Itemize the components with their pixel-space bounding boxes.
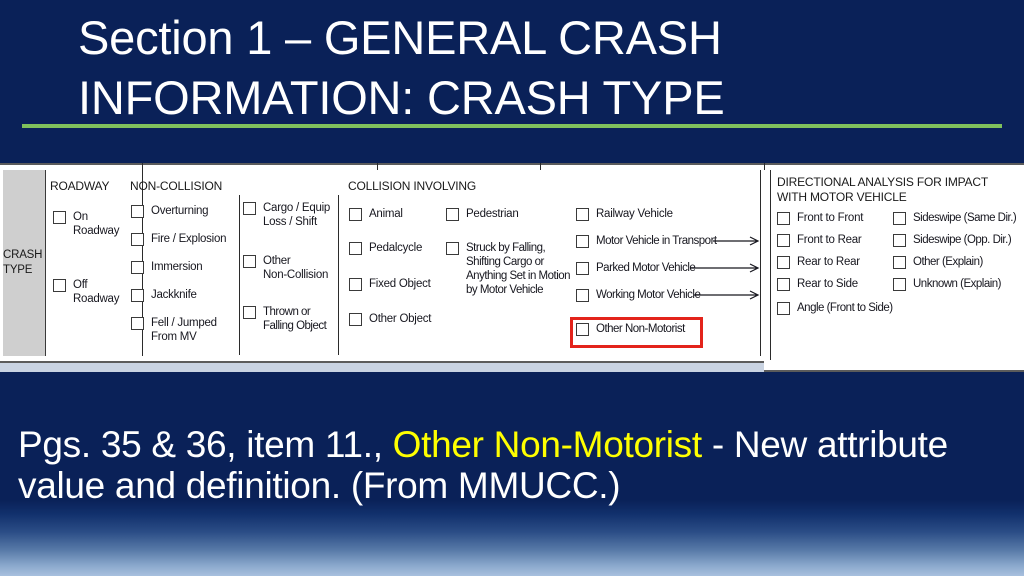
option-pedestrian[interactable]: Pedestrian	[446, 207, 519, 221]
checkbox-icon[interactable]	[349, 313, 362, 326]
checkbox-icon[interactable]	[243, 306, 256, 319]
option-sideswipe-opp-dir[interactable]: Sideswipe (Opp. Dir.)	[893, 233, 1012, 247]
option-thrown-or-falling-object[interactable]: Thrown or Falling Object	[243, 305, 327, 333]
option-off-roadway[interactable]: Off Roadway	[53, 278, 119, 306]
section-heading-roadway: ROADWAY	[50, 179, 110, 193]
option-pedalcycle[interactable]: Pedalcycle	[349, 241, 422, 255]
checkbox-icon[interactable]	[131, 261, 144, 274]
checkbox-icon[interactable]	[893, 256, 906, 269]
leader-arrow-icon	[694, 290, 760, 300]
checkbox-icon[interactable]	[777, 302, 790, 315]
crash-type-form: CRASH TYPE ROADWAY On Roadway Off Roadwa…	[0, 163, 1024, 372]
option-rear-to-side[interactable]: Rear to Side	[777, 277, 858, 291]
checkbox-icon[interactable]	[243, 202, 256, 215]
column-divider	[239, 195, 240, 355]
option-cargo-equip-loss-shift[interactable]: Cargo / Equip Loss / Shift	[243, 201, 330, 229]
background-gradient	[0, 500, 1024, 576]
option-railway-vehicle[interactable]: Railway Vehicle	[576, 207, 673, 221]
checkbox-icon[interactable]	[131, 289, 144, 302]
checkbox-icon[interactable]	[777, 256, 790, 269]
checkbox-icon[interactable]	[576, 289, 589, 302]
column-divider	[338, 195, 339, 355]
form-tick	[764, 163, 765, 170]
checkbox-icon[interactable]	[893, 278, 906, 291]
option-immersion[interactable]: Immersion	[131, 260, 203, 274]
checkbox-icon[interactable]	[777, 234, 790, 247]
leader-arrow-icon	[690, 263, 760, 273]
checkbox-icon[interactable]	[777, 278, 790, 291]
form-tick	[377, 163, 378, 170]
slide-caption: Pgs. 35 & 36, item 11., Other Non-Motori…	[18, 424, 1008, 506]
checkbox-icon[interactable]	[893, 234, 906, 247]
option-on-roadway[interactable]: On Roadway	[53, 210, 119, 238]
option-fixed-object[interactable]: Fixed Object	[349, 277, 431, 291]
column-divider	[770, 170, 771, 360]
option-front-to-front[interactable]: Front to Front	[777, 211, 863, 225]
checkbox-icon[interactable]	[446, 242, 459, 255]
option-struck-by-falling-shifting-cargo[interactable]: Struck by Falling, Shifting Cargo or Any…	[446, 241, 571, 297]
checkbox-icon[interactable]	[131, 205, 144, 218]
checkbox-icon[interactable]	[349, 208, 362, 221]
checkbox-icon[interactable]	[131, 233, 144, 246]
option-fire-explosion[interactable]: Fire / Explosion	[131, 232, 227, 246]
option-other-explain[interactable]: Other (Explain)	[893, 255, 983, 269]
option-parked-motor-vehicle[interactable]: Parked Motor Vehicle	[576, 261, 696, 275]
checkbox-icon[interactable]	[53, 279, 66, 292]
form-tick	[540, 163, 541, 170]
checkbox-icon[interactable]	[576, 208, 589, 221]
checkbox-icon[interactable]	[349, 278, 362, 291]
option-unknown-explain[interactable]: Unknown (Explain)	[893, 277, 1002, 291]
caption-part-1: Pgs. 35 & 36, item 11.,	[18, 424, 393, 465]
section-heading-non-collision: NON-COLLISION	[130, 179, 223, 193]
checkbox-icon[interactable]	[576, 262, 589, 275]
section-heading-directional-analysis: DIRECTIONAL ANALYSIS FOR IMPACT WITH MOT…	[777, 175, 988, 204]
option-sideswipe-same-dir[interactable]: Sideswipe (Same Dir.)	[893, 211, 1017, 225]
checkbox-icon[interactable]	[349, 242, 362, 255]
checkbox-icon[interactable]	[53, 211, 66, 224]
option-fell-jumped-from-mv[interactable]: Fell / Jumped From MV	[131, 316, 217, 344]
checkbox-icon[interactable]	[576, 235, 589, 248]
page-title: Section 1 – GENERAL CRASH INFORMATION: C…	[78, 11, 725, 124]
option-angle-front-to-side[interactable]: Angle (Front to Side)	[777, 301, 893, 315]
form-bottom-strip	[0, 363, 764, 372]
crash-type-row-label: CRASH TYPE	[3, 170, 46, 356]
slide: Section 1 – GENERAL CRASH INFORMATION: C…	[0, 0, 1024, 576]
caption-highlight: Other Non-Motorist	[392, 424, 703, 465]
option-working-motor-vehicle[interactable]: Working Motor Vehicle	[576, 288, 701, 302]
option-front-to-rear[interactable]: Front to Rear	[777, 233, 862, 247]
checkbox-icon[interactable]	[243, 255, 256, 268]
option-rear-to-rear[interactable]: Rear to Rear	[777, 255, 860, 269]
option-other-non-collision[interactable]: Other Non-Collision	[243, 254, 328, 282]
highlight-box-other-non-motorist	[570, 317, 703, 348]
title-underline-rule	[22, 124, 1002, 128]
form-tick	[142, 163, 143, 170]
leader-arrow-icon	[713, 236, 760, 246]
checkbox-icon[interactable]	[446, 208, 459, 221]
checkbox-icon[interactable]	[893, 212, 906, 225]
option-jackknife[interactable]: Jackknife	[131, 288, 197, 302]
checkbox-icon[interactable]	[777, 212, 790, 225]
option-motor-vehicle-in-transport[interactable]: Motor Vehicle in Transport	[576, 234, 717, 248]
option-animal[interactable]: Animal	[349, 207, 403, 221]
option-other-object[interactable]: Other Object	[349, 312, 431, 326]
checkbox-icon[interactable]	[131, 317, 144, 330]
option-overturning[interactable]: Overturning	[131, 204, 209, 218]
section-heading-collision-involving: COLLISION INVOLVING	[348, 179, 477, 193]
